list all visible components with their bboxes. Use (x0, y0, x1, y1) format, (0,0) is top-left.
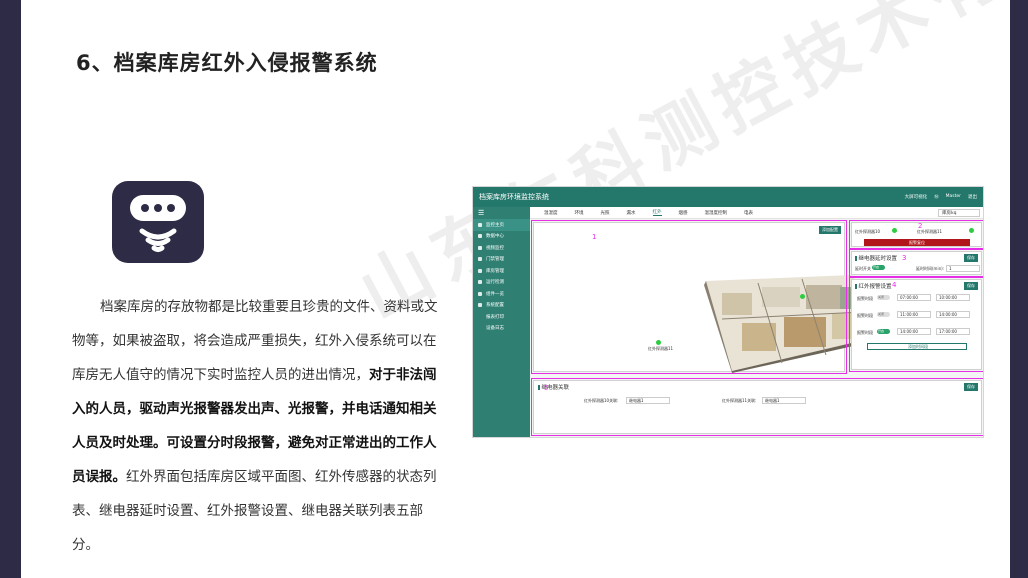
monitor-system-screenshot: 档案库房环境监控系统 大屏可视化 Ⓜ Master 退出 ☰ 监控主页 数据中心… (472, 186, 984, 438)
left-frame-bar (0, 0, 21, 578)
highlight-number-3: 3 (902, 254, 907, 262)
sidebar-item-data[interactable]: 数据中心 (473, 231, 530, 243)
sidebar-item-label: 报表打印 (486, 314, 504, 320)
gear-icon (478, 303, 482, 308)
user-name[interactable]: Master (946, 194, 961, 200)
description-paragraph: 档案库房的存放物都是比较重要且珍贵的文件、资料或文物等，如果被盗取，将会造成严重… (72, 290, 444, 562)
tab-light[interactable]: 光照 (601, 210, 610, 216)
check-icon (478, 280, 482, 285)
home-icon (478, 222, 482, 227)
sidebar-item-door[interactable]: 门禁管理 (473, 254, 530, 266)
sidebar-item-config[interactable]: 系统配置 (473, 300, 530, 312)
sidebar-item-storage[interactable]: 库房管理 (473, 265, 530, 277)
highlight-box-2 (849, 220, 983, 249)
sidebar-item-label: 组件一览 (486, 291, 504, 297)
highlight-number-4: 4 (892, 281, 897, 289)
sidebar-item-label: 门禁管理 (486, 257, 504, 263)
app-title: 档案库房环境监控系统 (479, 193, 549, 201)
tab-infrared[interactable]: 红外 (652, 209, 662, 216)
right-frame-bar (1010, 0, 1028, 578)
sidebar-item-label: 数据中心 (486, 234, 504, 240)
list-icon (478, 291, 482, 296)
data-icon (478, 234, 482, 239)
tab-smoke[interactable]: 烟感 (679, 210, 688, 216)
sidebar: ☰ 监控主页 数据中心 视频监控 门禁管理 库房管理 运行检测 组件一览 系统配… (473, 207, 530, 437)
door-icon (478, 257, 482, 262)
tab-meter[interactable]: 电表 (744, 210, 753, 216)
highlight-number-2: 2 (918, 222, 923, 230)
menu-icon[interactable]: ☰ (473, 207, 530, 219)
tab-humidity-control[interactable]: 温湿度控制 (705, 210, 728, 216)
main-area: 温湿度 环境 光照 漏水 红外 烟感 温湿度控制 电表 库房kq 添加配置 红外… (530, 207, 983, 437)
tab-temp-humidity[interactable]: 温湿度 (544, 210, 558, 216)
header-right: 大屏可视化 Ⓜ Master 退出 (905, 194, 977, 200)
highlight-number-1: 1 (592, 233, 597, 241)
highlight-number-5: 5 (544, 384, 549, 392)
description-text-2: 红外界面包括库房区域平面图、红外传感器的状态列表、继电器延时设置、红外报警设置、… (72, 469, 437, 553)
tab-leak[interactable]: 漏水 (627, 210, 636, 216)
slide-title: 6、档案库房红外入侵报警系统 (76, 51, 378, 75)
sidebar-item-label: 库房管理 (486, 268, 504, 274)
sidebar-item-report[interactable]: 报表打印 (473, 311, 530, 323)
sidebar-item-label: 系统配置 (486, 303, 504, 309)
sidebar-item-label: 监控主页 (486, 222, 504, 228)
tab-environment[interactable]: 环境 (575, 210, 584, 216)
tab-bar: 温湿度 环境 光照 漏水 红外 烟感 温湿度控制 电表 库房kq (530, 207, 983, 219)
sidebar-item-run[interactable]: 运行检测 (473, 277, 530, 289)
sidebar-item-label: 设备日志 (486, 326, 504, 332)
highlight-box-3 (849, 249, 983, 277)
sidebar-item-label: 视频监控 (486, 245, 504, 251)
room-select[interactable]: 库房kq (938, 208, 980, 217)
user-icon: Ⓜ (934, 195, 939, 200)
app-header: 档案库房环境监控系统 大屏可视化 Ⓜ Master 退出 (473, 187, 983, 207)
highlight-box-4 (849, 277, 983, 372)
user-icon (478, 268, 482, 273)
sidebar-item-home[interactable]: 监控主页 (473, 219, 530, 231)
sidebar-item-label: 运行检测 (486, 280, 504, 286)
description-text-bold: 对于非法闯入的人员，驱动声光报警器发出声、光报警，并电话通知相关人员及时处理。可… (72, 367, 437, 485)
video-icon (478, 245, 482, 250)
sidebar-item-log[interactable]: 设备日志 (473, 323, 530, 335)
logout-link[interactable]: 退出 (968, 194, 977, 200)
dashboard-link[interactable]: 大屏可视化 (905, 194, 928, 200)
sidebar-item-components[interactable]: 组件一览 (473, 288, 530, 300)
highlight-box-5 (531, 378, 983, 436)
infrared-sensor-icon (112, 181, 204, 263)
highlight-box-1 (531, 220, 847, 374)
sidebar-item-video[interactable]: 视频监控 (473, 242, 530, 254)
